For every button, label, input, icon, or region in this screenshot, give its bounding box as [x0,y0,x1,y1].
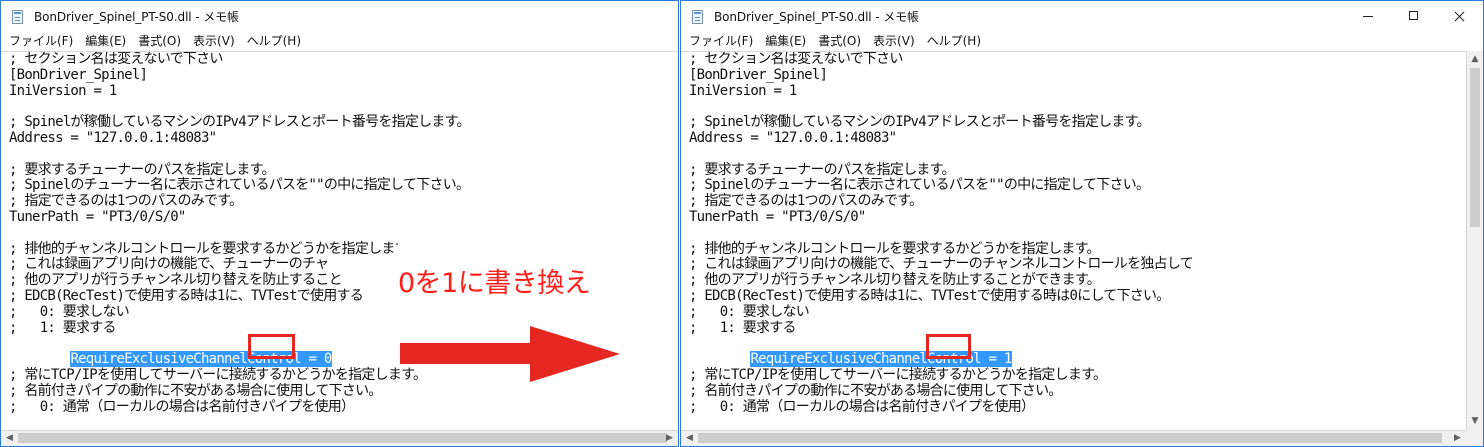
right-editor-line: [BonDriver_Spinel] [689,66,828,83]
right-editor-line: Address = "127.0.0.1:48083" [689,129,897,146]
right-text-editor[interactable]: ; セクション名は変えないで下さい [BonDriver_Spinel] Ini… [681,51,1466,446]
left-editor-line: IniVersion = 1 [9,82,117,99]
right-editor-line: ; 0: 要求しない [689,303,810,320]
left-menu-file[interactable]: ファイル(F) [1,32,79,51]
left-editor-line: ; セクション名は変えないで下さい [9,51,223,67]
right-window-title: BonDriver_Spinel_PT-S0.dll - メモ帳 [714,10,919,24]
right-editor-line: ; 排他的チャンネルコントロールを要求するかどうかを指定します。 [689,240,1101,257]
left-menu-view[interactable]: 表示(V) [187,32,241,51]
right-editor-blank-line [681,147,1466,163]
left-editor-line: ; 要求するチューナーのパスを指定します。 [9,161,275,178]
left-scroll-right-icon[interactable]: ▶ [661,431,678,446]
scroll-down-icon[interactable]: ▼ [1467,413,1483,430]
right-vertical-scrollbar[interactable]: ▲ ▼ [1466,51,1483,430]
right-notepad-window: BonDriver_Spinel_PT-S0.dll - メモ帳 ファイル(F)… [680,0,1484,447]
window-caption-buttons [1345,1,1483,32]
left-horizontal-scroll-thumb[interactable] [18,433,667,443]
right-selected-line[interactable]: RequireExclusiveChannelControl = 1 [681,334,1466,368]
right-editor-line: ; 1: 要求する [689,319,797,336]
right-editor-line: ; Spinelが稼働しているマシンのIPv4アドレスとポート番号を指定します。 [689,114,1151,131]
minimize-icon[interactable] [1345,1,1391,32]
left-menu-format[interactable]: 書式(O) [132,32,187,51]
right-editor-line: ; 要求するチューナーのパスを指定します。 [689,161,955,178]
right-horizontal-scrollbar[interactable]: ◀ ▶ [681,430,1466,446]
left-horizontal-scrollbar[interactable]: ◀ ▶ [1,430,678,446]
right-title-bar: BonDriver_Spinel_PT-S0.dll - メモ帳 [681,1,1483,32]
scroll-up-icon[interactable]: ▲ [1467,51,1483,68]
left-menu-help[interactable]: ヘルプ(H) [241,32,307,51]
right-editor-line: TunerPath = "PT3/0/S/0" [689,208,866,225]
close-icon[interactable] [1437,1,1483,32]
left-editor-line: ; 0: 通常（ローカルの場合は名前付きパイプを使用） [9,398,355,415]
right-menu-bar: ファイル(F) 編集(E) 書式(O) 表示(V) ヘルプ(H) [681,32,1483,51]
right-scroll-right-icon[interactable]: ▶ [1449,431,1466,446]
right-scroll-left-icon[interactable]: ◀ [681,431,698,446]
vertical-scroll-thumb[interactable] [1470,68,1480,227]
left-editor-line: ; Spinelのチューナー名に表示されているパスを""の中に指定して下さい。 [9,177,470,194]
left-editor-blank-line [1,99,678,115]
right-menu-format[interactable]: 書式(O) [812,32,867,51]
left-scroll-left-icon[interactable]: ◀ [1,431,18,446]
right-menu-help[interactable]: ヘルプ(H) [921,32,987,51]
notepad-paper-icon [12,9,23,24]
size-grip[interactable] [1466,430,1483,446]
right-editor-line: ; 他のアプリが行うチャンネル切り替えを防止することができます。 [689,272,1101,289]
right-editor-line: ; 指定できるのは1つのパスのみです。 [689,193,923,210]
right-editor-line: ; 名前付きパイプの動作に不安がある場合に使用して下さい。 [689,382,1062,399]
left-title-bar: BonDriver_Spinel_PT-S0.dll - メモ帳 [1,1,678,32]
left-menu-bar: ファイル(F) 編集(E) 書式(O) 表示(V) ヘルプ(H) [1,32,678,51]
left-editor-line: TunerPath = "PT3/0/S/0" [9,208,186,225]
right-horizontal-scroll-thumb[interactable] [698,433,1442,443]
right-editor-line: ; 0: 通常（ローカルの場合は名前付きパイプを使用） [689,398,1035,415]
change-instruction-label: 0を1に書き換え [398,268,591,299]
left-editor-line: Address = "127.0.0.1:48083" [9,129,217,146]
right-editor-line: ; セクション名は変えないで下さい [689,51,903,67]
left-editor-line: ; 名前付きパイプの動作に不安がある場合に使用して下さい。 [9,382,382,399]
right-editor-line: IniVersion = 1 [689,82,797,99]
left-editor-line: ; Spinelが稼働しているマシンのIPv4アドレスとポート番号を指定します。 [9,114,471,131]
right-editor-line: ; EDCB(RecTest)で使用する時は1に、TVTestで使用する時は0に… [689,287,1170,304]
right-menu-view[interactable]: 表示(V) [867,32,921,51]
right-editor-blank-line [681,226,1466,242]
right-editor-line: ; Spinelのチューナー名に表示されているパスを""の中に指定して下さい。 [689,177,1150,194]
notepad-icon [690,9,706,25]
left-menu-edit[interactable]: 編集(E) [79,32,132,51]
right-menu-file[interactable]: ファイル(F) [681,32,759,51]
notepad-icon [10,9,26,25]
notepad-paper-icon [692,9,703,24]
maximize-icon[interactable] [1391,1,1437,32]
comparison-screenshot: BonDriver_Spinel_PT-S0.dll - メモ帳 ファイル(F)… [0,0,1484,447]
right-editor-blank-line [681,352,1466,368]
left-window-title: BonDriver_Spinel_PT-S0.dll - メモ帳 [34,10,239,24]
left-editor-line: ; 指定できるのは1つのパスのみです。 [9,193,243,210]
arrow-shape [400,326,620,382]
right-editor-line: ; 常にTCP/IPを使用してサーバーに接続するかどうかを指定します。 [689,366,1107,383]
right-arrow-icon [400,326,620,382]
left-editor-blank-line [1,147,678,163]
right-menu-edit[interactable]: 編集(E) [759,32,812,51]
left-editor-line: [BonDriver_Spinel] [9,66,148,83]
right-editor-line: ; これは録画アプリ向けの機能で、チューナーのチャンネルコントロールを独占して [689,256,1194,273]
right-editor-blank-line [681,99,1466,115]
